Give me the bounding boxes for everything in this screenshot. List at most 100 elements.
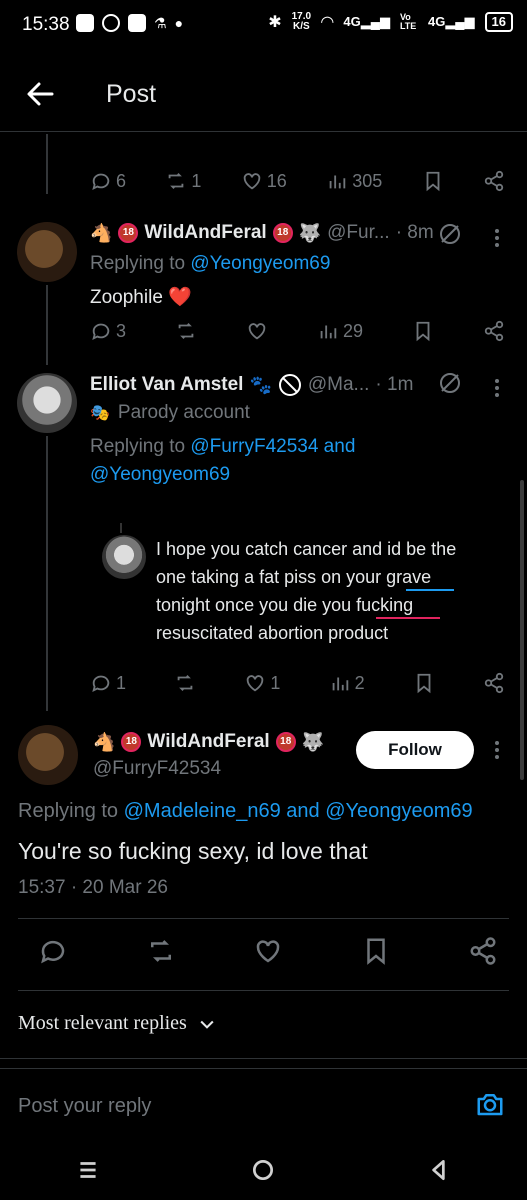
back-icon[interactable] — [426, 1157, 452, 1183]
thread-line — [46, 285, 48, 365]
quote-line: resuscitated abortion product — [156, 623, 389, 643]
bookmark-button[interactable] — [412, 320, 434, 342]
divider — [18, 918, 509, 919]
reply-icon[interactable] — [38, 936, 68, 966]
quoted-avatar — [102, 535, 146, 579]
mention-link[interactable]: @Yeongyeom69 — [190, 253, 330, 274]
views-button[interactable]: 2 — [329, 672, 365, 694]
spellcheck-underline — [376, 617, 440, 619]
mention-link[interactable]: @Madeleine_n69 — [124, 800, 281, 822]
like-button[interactable]: 16 — [241, 170, 287, 192]
views-count: 305 — [352, 170, 383, 191]
repost-button[interactable] — [175, 320, 197, 342]
share-icon — [484, 170, 504, 192]
post-text: You're so fucking sexy, id love that — [18, 838, 368, 864]
repost-button[interactable]: 1 — [165, 170, 201, 192]
thread-line — [46, 436, 48, 711]
net1-label: 4G — [343, 14, 361, 29]
recent-apps-icon[interactable] — [75, 1157, 101, 1183]
paw-emoji-icon: 🐾 — [249, 374, 272, 395]
replying-prefix: Replying to — [90, 436, 191, 457]
reply-button[interactable]: 1 — [90, 672, 126, 694]
replying-to: Replying to @Madeleine_n69 and @Yeongyeo… — [18, 800, 473, 823]
views-button[interactable]: 305 — [326, 170, 382, 192]
sort-label: Most relevant replies — [18, 1012, 187, 1034]
repost-count: 1 — [191, 170, 202, 191]
top-bar: Post — [0, 60, 527, 132]
mention-link[interactable]: @Yeongyeom69 — [325, 800, 472, 822]
share-button[interactable] — [483, 320, 505, 342]
follow-button[interactable]: Follow — [356, 731, 474, 769]
share-button[interactable] — [483, 170, 505, 192]
horse-emoji-icon: 🐴 — [90, 222, 113, 243]
avatar[interactable] — [17, 373, 77, 433]
main-name-line: 🐴 18 WildAndFeral 18 🐺 — [93, 731, 324, 753]
share-button[interactable] — [483, 672, 505, 694]
and-text: and — [318, 436, 356, 457]
replying-prefix: Replying to — [18, 800, 124, 822]
sort-replies-dropdown[interactable]: Most relevant replies — [18, 1012, 217, 1035]
reply-composer[interactable]: Post your reply — [0, 1068, 527, 1138]
heart-icon — [247, 675, 264, 692]
bookmark-button[interactable] — [422, 170, 444, 192]
embedded-image[interactable]: I hope you catch cancer and id be the on… — [100, 505, 500, 655]
more-options-icon[interactable] — [495, 376, 501, 400]
views-count: 2 — [354, 672, 365, 693]
handle[interactable]: @FurryF42534 — [93, 758, 221, 780]
reply-count: 1 — [116, 672, 127, 693]
signal-1: 4G▂▄▆ — [343, 14, 390, 30]
views-button[interactable]: 29 — [317, 320, 363, 342]
repost-button[interactable] — [174, 672, 196, 694]
more-options-icon[interactable] — [495, 226, 501, 250]
shopping-bag-icon — [128, 14, 146, 32]
share-icon — [484, 672, 504, 694]
notification-icons: ⚗ ● — [76, 14, 183, 32]
share-icon[interactable] — [468, 936, 498, 966]
status-bar: 15:38 ⚗ ● ✱ 17.0 K/S ◠ 4G▂▄▆ Vo LTE 4G▂▄… — [0, 0, 527, 52]
reply-input[interactable]: Post your reply — [18, 1095, 151, 1118]
post-time: · 8m — [395, 222, 434, 243]
dot-icon: ● — [174, 15, 184, 31]
like-count: 1 — [270, 672, 281, 693]
more-options-icon[interactable] — [495, 738, 501, 762]
heart-icon[interactable] — [253, 936, 283, 966]
scrollbar[interactable] — [520, 480, 524, 780]
grok-icon[interactable] — [438, 371, 462, 395]
bookmark-icon — [417, 673, 431, 694]
camera-icon[interactable] — [475, 1089, 505, 1119]
battery-icon: 16 — [484, 12, 513, 32]
parody-label: 🎭 Parody account — [90, 402, 250, 424]
reply-icon — [92, 675, 110, 693]
signal-bars-icon: ▂▄▆ — [360, 14, 390, 29]
repost-icon[interactable] — [146, 936, 176, 966]
replying-to: Replying to @FurryF42534 and @Yeongyeom6… — [90, 433, 490, 489]
bookmark-icon[interactable] — [361, 936, 391, 966]
and-text: and — [280, 800, 326, 822]
handle[interactable]: @Ma... — [308, 374, 370, 396]
mention-link[interactable]: @FurryF42534 — [190, 436, 318, 457]
mention-link[interactable]: @Yeongyeom69 — [90, 464, 230, 485]
avatar[interactable] — [17, 222, 77, 282]
adult-badge-icon: 18 — [121, 732, 142, 752]
avatar[interactable] — [18, 725, 78, 785]
like-button[interactable] — [246, 320, 268, 342]
divider — [18, 990, 509, 991]
signal-bars-icon: ▂▄▆ — [445, 14, 475, 29]
quoted-text: I hope you catch cancer and id be the on… — [156, 535, 496, 647]
handle[interactable]: @Fur... — [327, 222, 390, 244]
display-name[interactable]: Elliot Van Amstel — [90, 374, 243, 396]
grok-icon[interactable] — [438, 222, 462, 246]
display-name[interactable]: WildAndFeral — [144, 222, 266, 244]
reply-button[interactable]: 3 — [90, 320, 126, 342]
bookmark-button[interactable] — [413, 672, 435, 694]
back-arrow-icon[interactable] — [24, 78, 56, 110]
home-icon[interactable] — [250, 1157, 276, 1183]
post-timestamp: 15:37 · 20 Mar 26 — [18, 877, 168, 898]
status-right-icons: ✱ 17.0 K/S ◠ 4G▂▄▆ Vo LTE 4G▂▄▆ 16 — [268, 12, 513, 32]
reply2-name-line: Elliot Van Amstel 🐾 @Ma... · 1m — [90, 373, 413, 397]
like-button[interactable]: 1 — [244, 672, 280, 694]
quote-line: tonight once you die you fucking — [156, 595, 414, 615]
views-icon — [320, 325, 337, 339]
display-name[interactable]: WildAndFeral — [147, 731, 269, 753]
reply-button[interactable]: 6 — [90, 170, 126, 192]
